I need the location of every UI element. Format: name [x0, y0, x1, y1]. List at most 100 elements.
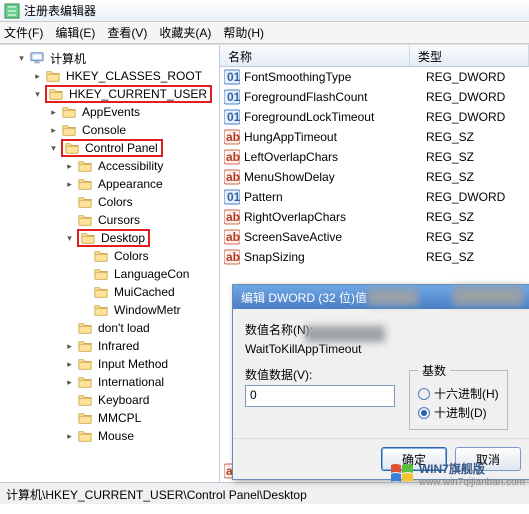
tree-root[interactable]: ▾计算机: [2, 49, 219, 67]
list-row[interactable]: ForegroundFlashCountREG_DWORD: [220, 87, 529, 107]
column-name[interactable]: 名称: [220, 45, 410, 66]
tree-hkcu[interactable]: ▾HKEY_CURRENT_USER: [2, 85, 219, 103]
base-fieldset: 基数 十六进制(H) 十进制(D): [409, 362, 508, 430]
radio-dec[interactable]: 十进制(D): [418, 404, 499, 421]
value-name: ForegroundFlashCount: [244, 90, 426, 104]
folder-icon: [93, 285, 109, 299]
expand-icon[interactable]: ▸: [64, 179, 75, 190]
tree-windowmetr[interactable]: WindowMetr: [2, 301, 219, 319]
tree-desktop-colors[interactable]: Colors: [2, 247, 219, 265]
folder-icon: [61, 123, 77, 137]
collapse-icon[interactable]: ▾: [16, 53, 27, 64]
tree-console[interactable]: ▸Console: [2, 121, 219, 139]
value-name: HungAppTimeout: [244, 130, 426, 144]
tree-pane[interactable]: ▾计算机 ▸HKEY_CLASSES_ROOT ▾HKEY_CURRENT_US…: [0, 45, 220, 482]
expand-icon[interactable]: ▸: [64, 341, 75, 352]
list-row[interactable]: HungAppTimeoutREG_SZ: [220, 127, 529, 147]
value-type: REG_SZ: [426, 170, 529, 184]
collapse-icon[interactable]: ▾: [48, 143, 59, 154]
value-name: MenuShowDelay: [244, 170, 426, 184]
expand-icon[interactable]: ▸: [64, 161, 75, 172]
folder-icon: [77, 159, 93, 173]
expand-icon[interactable]: ▸: [32, 71, 43, 82]
folder-icon: [77, 321, 93, 335]
list-row[interactable]: MenuShowDelayREG_SZ: [220, 167, 529, 187]
column-type[interactable]: 类型: [410, 45, 529, 66]
list-row[interactable]: SnapSizingREG_SZ: [220, 247, 529, 267]
tree-appearance[interactable]: ▸Appearance: [2, 175, 219, 193]
sz-value-icon: [224, 149, 240, 165]
tree-infrared[interactable]: ▸Infrared: [2, 337, 219, 355]
folder-icon: [61, 105, 77, 119]
value-type: REG_SZ: [426, 250, 529, 264]
value-name: ForegroundLockTimeout: [244, 110, 426, 124]
folder-icon: [77, 339, 93, 353]
tree-cursors[interactable]: Cursors: [2, 211, 219, 229]
edit-dword-dialog: 编辑 DWORD (32 位)值 数值名称(N): WaitToKillAppT…: [232, 284, 529, 480]
value-name: ScreenSaveActive: [244, 230, 426, 244]
folder-icon: [77, 357, 93, 371]
collapse-icon[interactable]: ▾: [32, 89, 43, 100]
tree-mouse[interactable]: ▸Mouse: [2, 427, 219, 445]
tree-desktop[interactable]: ▾Desktop: [2, 229, 219, 247]
tree-international[interactable]: ▸International: [2, 373, 219, 391]
tree-accessibility[interactable]: ▸Accessibility: [2, 157, 219, 175]
tree-keyboard[interactable]: Keyboard: [2, 391, 219, 409]
base-legend: 基数: [418, 362, 450, 379]
sz-value-icon: [224, 169, 240, 185]
radio-icon: [418, 407, 430, 419]
list-row[interactable]: ScreenSaveActiveREG_SZ: [220, 227, 529, 247]
list-row[interactable]: RightOverlapCharsREG_SZ: [220, 207, 529, 227]
list-row[interactable]: PatternREG_DWORD: [220, 187, 529, 207]
value-name: Pattern: [244, 190, 426, 204]
value-name: RightOverlapChars: [244, 210, 426, 224]
menu-edit[interactable]: 编辑(E): [55, 24, 95, 41]
dialog-title[interactable]: 编辑 DWORD (32 位)值: [233, 285, 529, 309]
menu-favorites[interactable]: 收藏夹(A): [159, 24, 211, 41]
value-type: REG_DWORD: [426, 70, 529, 84]
tree-appevents[interactable]: ▸AppEvents: [2, 103, 219, 121]
watermark: WIN7旗舰版 www.win7qijianban.com: [389, 460, 525, 488]
radio-icon: [418, 388, 430, 400]
expand-icon[interactable]: ▸: [48, 125, 59, 136]
radio-hex[interactable]: 十六进制(H): [418, 385, 499, 402]
folder-icon: [45, 69, 61, 83]
list-row[interactable]: FontSmoothingTypeREG_DWORD: [220, 67, 529, 87]
tree-mmcpl[interactable]: MMCPL: [2, 409, 219, 427]
tree-dontload[interactable]: don't load: [2, 319, 219, 337]
sz-value-icon: [224, 229, 240, 245]
tree-inputmethod[interactable]: ▸Input Method: [2, 355, 219, 373]
list-header: 名称 类型: [220, 45, 529, 67]
tree-hkcr[interactable]: ▸HKEY_CLASSES_ROOT: [2, 67, 219, 85]
dword-value-icon: [224, 189, 240, 205]
expand-icon[interactable]: ▸: [48, 107, 59, 118]
sz-value-icon: [224, 209, 240, 225]
menu-view[interactable]: 查看(V): [107, 24, 147, 41]
value-type: REG_SZ: [426, 150, 529, 164]
value-data-input[interactable]: 0: [245, 385, 395, 407]
menu-help[interactable]: 帮助(H): [223, 24, 264, 41]
value-name-display: WaitToKillAppTimeout: [245, 340, 519, 362]
menu-file[interactable]: 文件(F): [4, 24, 43, 41]
list-row[interactable]: LeftOverlapCharsREG_SZ: [220, 147, 529, 167]
folder-icon: [48, 87, 64, 101]
folder-icon: [64, 141, 80, 155]
folder-icon: [93, 267, 109, 281]
tree-muicached[interactable]: MuiCached: [2, 283, 219, 301]
folder-icon: [80, 231, 96, 245]
folder-icon: [93, 303, 109, 317]
dword-value-icon: [224, 89, 240, 105]
expand-icon[interactable]: ▸: [64, 359, 75, 370]
tree-languagecon[interactable]: LanguageCon: [2, 265, 219, 283]
tree-controlpanel[interactable]: ▾Control Panel: [2, 139, 219, 157]
expand-icon[interactable]: ▸: [64, 377, 75, 388]
expand-icon[interactable]: ▸: [64, 431, 75, 442]
computer-icon: [29, 51, 45, 65]
window-title: 注册表编辑器: [24, 2, 96, 19]
folder-icon: [93, 249, 109, 263]
list-row[interactable]: ForegroundLockTimeoutREG_DWORD: [220, 107, 529, 127]
tree-colors[interactable]: Colors: [2, 193, 219, 211]
sz-value-icon: [224, 249, 240, 265]
collapse-icon[interactable]: ▾: [64, 233, 75, 244]
watermark-title: WIN7旗舰版: [419, 462, 485, 476]
